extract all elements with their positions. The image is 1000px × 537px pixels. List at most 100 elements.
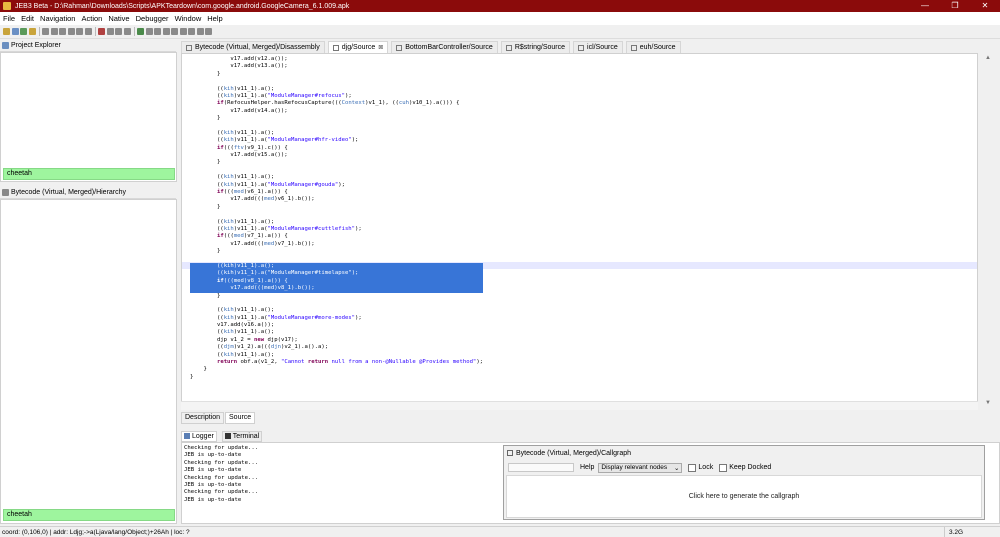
callgraph-generate-link[interactable]: Click here to generate the callgraph (689, 493, 800, 500)
code-line[interactable]: } (190, 366, 483, 373)
callgraph-filter-input[interactable] (508, 463, 574, 472)
code-line[interactable]: ((kih)v11_1).a("ModuleManager#gouda"); (190, 182, 483, 189)
close-button[interactable]: ✕ (970, 0, 1000, 12)
code-line[interactable]: if(((med)v7_1).a()) { (190, 233, 483, 240)
project-explorer-tree[interactable] (0, 52, 177, 182)
code-line[interactable]: if(((med)v8_1).a()) { (190, 277, 484, 286)
code-line[interactable]: if(RefocusHelper.hasRefocusCapture(((Con… (190, 100, 483, 107)
toolbar-button-icon[interactable] (115, 28, 122, 35)
code-line[interactable]: ((kih)v11_1).a(); (190, 352, 483, 359)
toolbar-button-icon[interactable] (171, 28, 178, 35)
code-line[interactable] (190, 211, 483, 218)
toolbar-button-icon[interactable] (205, 28, 212, 35)
toolbar-button-icon[interactable] (59, 28, 66, 35)
callgraph-help-button[interactable]: Help (580, 464, 594, 471)
editor-tab[interactable]: BottomBarController/Source (391, 41, 498, 53)
toolbar-button-icon[interactable] (67, 28, 75, 35)
hierarchy-filter-input[interactable]: cheetah (3, 509, 175, 521)
tab-logger[interactable]: Logger (181, 430, 217, 442)
code-line[interactable]: v17.add(((med)v6_1).b()); (190, 196, 483, 203)
toolbar-button-icon[interactable] (145, 28, 153, 35)
toolbar-button-icon[interactable] (179, 28, 187, 35)
toolbar-button-icon[interactable] (84, 28, 92, 35)
code-line[interactable]: ((kih)v11_1).a(); (190, 219, 483, 226)
code-line[interactable] (190, 300, 483, 307)
code-line[interactable]: ((kih)v11_1).a("ModuleManager#more-modes… (190, 315, 483, 322)
menu-action[interactable]: Action (81, 14, 102, 23)
menu-window[interactable]: Window (175, 14, 202, 23)
menu-help[interactable]: Help (207, 14, 222, 23)
toolbar-button-icon[interactable] (50, 28, 58, 35)
subtab-description[interactable]: Description (181, 412, 225, 424)
toolbar-button-icon[interactable] (28, 28, 36, 35)
code-line[interactable]: ((kih)v11_1).a(); (190, 86, 483, 93)
code-line[interactable]: ((kih)v11_1).a("ModuleManager#cuttlefish… (190, 226, 483, 233)
code-line[interactable] (190, 78, 483, 85)
editor-tab[interactable]: icl/Source (573, 41, 623, 53)
code-line[interactable]: if(((ftv)v9_1).c()) { (190, 145, 483, 152)
toolbar-button-icon[interactable] (20, 28, 27, 35)
code-line[interactable]: v17.add(((med)v7_1).b()); (190, 241, 483, 248)
code-line[interactable] (190, 123, 483, 130)
code-line[interactable] (190, 256, 483, 263)
editor-horizontal-scrollbar[interactable] (181, 401, 978, 410)
code-line[interactable]: ((kih)v11_1).a(); (190, 307, 483, 314)
code-line[interactable] (190, 167, 483, 174)
memory-indicator[interactable]: 3.2G (944, 527, 1000, 537)
code-line[interactable]: ((kih)v11_1).a("ModuleManager#refocus"); (190, 93, 483, 100)
code-line[interactable]: ((djm)v1_2).a(((djn)v2_1).a().a); (190, 344, 483, 351)
menu-debugger[interactable]: Debugger (136, 14, 169, 23)
toolbar-button-icon[interactable] (154, 28, 161, 35)
code-line[interactable]: } (190, 159, 483, 166)
hierarchy-tree[interactable] (0, 199, 177, 524)
toolbar-button-icon[interactable] (106, 28, 114, 35)
callgraph-canvas[interactable]: Click here to generate the callgraph (506, 475, 982, 518)
code-line[interactable]: v17.add(v14.a()); (190, 108, 483, 115)
code-line[interactable]: return obf.a(v1_2, "Cannot return null f… (190, 359, 483, 366)
code-line[interactable]: ((kih)v11_1).a("ModuleManager#hfr-video"… (190, 137, 483, 144)
source-code[interactable]: v17.add(v12.a()); v17.add(v13.a()); } ((… (190, 56, 484, 381)
scroll-down-icon[interactable]: ▼ (985, 400, 991, 406)
code-line[interactable]: ((kih)v11_1).a(); (190, 130, 483, 137)
code-line[interactable]: v17.add(v16.a()); (190, 322, 483, 329)
toolbar-button-icon[interactable] (137, 28, 144, 35)
hierarchy-header[interactable]: Bytecode (Virtual, Merged)/Hierarchy (0, 187, 176, 199)
code-line[interactable]: } (190, 293, 483, 300)
toolbar-button-icon[interactable] (42, 28, 49, 35)
menu-edit[interactable]: Edit (21, 14, 34, 23)
subtab-source[interactable]: Source (225, 412, 256, 424)
keep-docked-checkbox[interactable] (719, 463, 728, 472)
menu-navigation[interactable]: Navigation (40, 14, 75, 23)
toolbar-button-icon[interactable] (196, 28, 204, 35)
code-line[interactable]: ((kih)v11_1).a(); (190, 174, 483, 181)
code-line[interactable]: ((kih)v11_1).a("ModuleManager#timelapse"… (190, 270, 484, 278)
project-explorer-filter-input[interactable]: cheetah (3, 168, 175, 180)
code-line[interactable]: } (190, 204, 483, 211)
editor-tab[interactable]: R$string/Source (500, 41, 571, 53)
scroll-up-icon[interactable]: ▲ (985, 55, 991, 61)
code-line[interactable]: v17.add(v15.a()); (190, 152, 483, 159)
close-tab-icon[interactable]: ⊠ (378, 44, 383, 51)
toolbar-button-icon[interactable] (98, 28, 105, 35)
code-line[interactable]: } (190, 374, 483, 381)
lock-checkbox[interactable] (688, 463, 697, 472)
toolbar-button-icon[interactable] (188, 28, 195, 35)
toolbar-button-icon[interactable] (11, 28, 19, 35)
toolbar-button-icon[interactable] (123, 28, 131, 35)
menu-native[interactable]: Native (108, 14, 129, 23)
code-line[interactable]: if(((med)v6_1).a()) { (190, 189, 483, 196)
code-line[interactable]: } (190, 248, 483, 255)
tab-terminal[interactable]: Terminal (221, 430, 263, 442)
project-explorer-header[interactable]: Project Explorer (0, 40, 176, 52)
code-line[interactable]: ((kih)v11_1).a(); (190, 262, 484, 271)
code-line[interactable]: v17.add(((med)v8_1).b()); (190, 285, 484, 293)
editor-vertical-scrollbar[interactable]: ▲ ▼ (978, 53, 1000, 410)
toolbar-button-icon[interactable] (162, 28, 170, 35)
menu-file[interactable]: File (3, 14, 15, 23)
code-editor[interactable]: v17.add(v12.a()); v17.add(v13.a()); } ((… (181, 53, 978, 410)
code-line[interactable]: djp v1_2 = new djp(v17); (190, 337, 483, 344)
code-line[interactable]: v17.add(v13.a()); (190, 63, 483, 70)
code-line[interactable]: v17.add(v12.a()); (190, 56, 483, 63)
callgraph-header[interactable]: Bytecode (Virtual, Merged)/Callgraph (504, 446, 984, 460)
minimize-button[interactable]: — (910, 0, 940, 12)
